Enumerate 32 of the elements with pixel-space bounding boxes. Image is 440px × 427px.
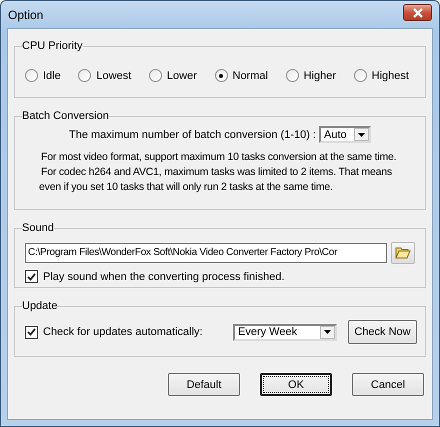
window-title: Option	[8, 8, 44, 22]
batch-count-dropdown[interactable]: Auto	[319, 126, 371, 143]
check-now-button[interactable]: Check Now	[348, 320, 417, 344]
note-text: even if you set 10 tasks that will only run 2 tasks at the same time.	[38, 180, 334, 195]
dialog-button[interactable]: Default	[168, 373, 240, 396]
folder-icon	[395, 247, 411, 259]
radio-option[interactable]: Lowest	[78, 69, 132, 82]
auto-update-checkbox[interactable]: Check for updates automatically:	[25, 326, 233, 338]
note-text: For most video format, support maximum 10 tasks conversion at the same time.	[40, 150, 398, 165]
radio-option[interactable]: Higher	[286, 69, 336, 82]
sound-path-field[interactable]: C:\Program Files\WonderFox Soft\Nokia Video Converter Factory Pro\Cor	[25, 243, 387, 263]
note-text: For codec h264 and AVC1, maximum tasks was limited to 2 items. That means	[40, 165, 393, 180]
browse-button[interactable]	[391, 242, 415, 264]
dialog-button[interactable]: Cancel	[352, 373, 424, 396]
check-icon	[27, 328, 36, 336]
group-title: Batch Conversion	[22, 110, 109, 122]
group-title: Sound	[22, 222, 54, 234]
radio-option[interactable]: Lower	[148, 69, 197, 82]
play-sound-checkbox[interactable]: Play sound when the converting process finished.	[25, 270, 415, 283]
radio-option[interactable]: Highest	[354, 69, 409, 82]
group-title: CPU Priority	[22, 40, 83, 52]
dropdown-arrow-icon	[358, 132, 365, 136]
close-icon	[412, 8, 424, 18]
check-icon	[27, 272, 36, 280]
frequency-dropdown[interactable]: Every Week	[233, 324, 337, 340]
radio-option[interactable]: Idle	[25, 69, 61, 82]
group-title: Update	[22, 300, 58, 312]
close-button[interactable]	[403, 4, 432, 21]
radio-option[interactable]: Normal	[214, 69, 268, 82]
field-label: The maximum number of batch conversion (1-10) :	[69, 128, 316, 140]
dropdown-arrow-icon	[324, 330, 331, 334]
dialog-button[interactable]: OK	[260, 373, 332, 396]
